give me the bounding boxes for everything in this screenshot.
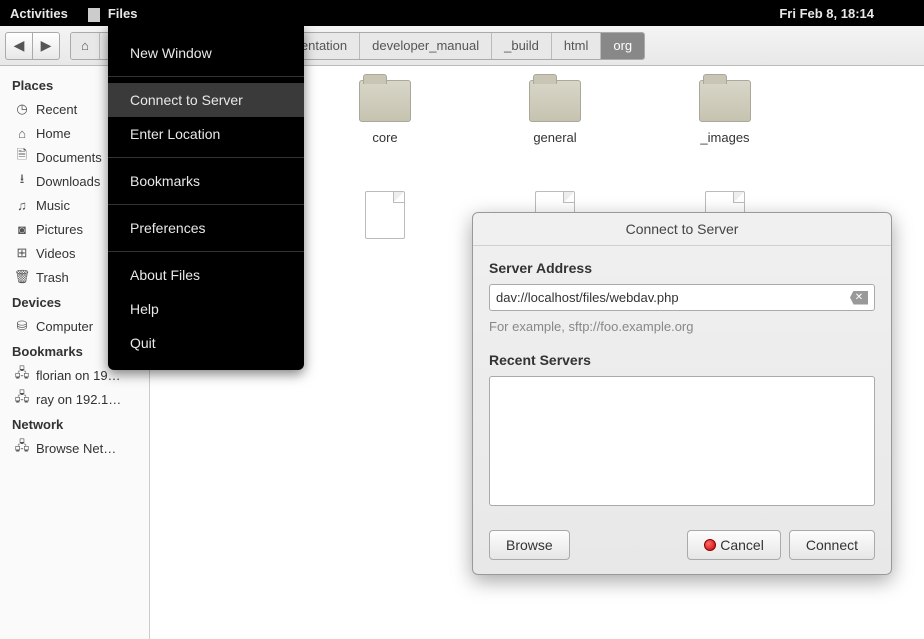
folder-item[interactable]: general bbox=[510, 80, 600, 145]
connect-button[interactable]: Connect bbox=[789, 530, 875, 560]
home-icon: ⌂ bbox=[14, 125, 30, 141]
browse-button[interactable]: Browse bbox=[489, 530, 570, 560]
video-icon: ⊞ bbox=[14, 245, 30, 261]
server-address-label: Server Address bbox=[489, 260, 875, 276]
crumb[interactable]: developer_manual bbox=[360, 33, 492, 59]
camera-icon: ◙ bbox=[14, 221, 30, 237]
folder-item[interactable]: _images bbox=[680, 80, 770, 145]
menu-separator bbox=[108, 251, 304, 252]
menu-about[interactable]: About Files bbox=[108, 258, 304, 292]
back-button[interactable]: ◀ bbox=[5, 32, 33, 60]
crumb[interactable]: html bbox=[552, 33, 602, 59]
network-icon: 🖧 bbox=[14, 440, 30, 456]
forward-button[interactable]: ▶ bbox=[32, 32, 60, 60]
cancel-button[interactable]: Cancel bbox=[687, 530, 781, 560]
folder-icon bbox=[699, 80, 751, 122]
clock[interactable]: Fri Feb 8, 18:14 bbox=[779, 6, 874, 21]
activities-button[interactable]: Activities bbox=[10, 6, 68, 21]
dialog-title: Connect to Server bbox=[473, 213, 891, 246]
menu-quit[interactable]: Quit bbox=[108, 326, 304, 360]
menu-separator bbox=[108, 204, 304, 205]
recent-servers-list[interactable] bbox=[489, 376, 875, 506]
crumb[interactable]: _build bbox=[492, 33, 552, 59]
sidebar-item-bookmark[interactable]: 🖧ray on 192.1… bbox=[0, 387, 149, 411]
server-address-input[interactable] bbox=[496, 290, 850, 305]
file-icon bbox=[365, 191, 405, 239]
network-heading: Network bbox=[0, 411, 149, 436]
connect-to-server-dialog: Connect to Server Server Address ✕ For e… bbox=[472, 212, 892, 575]
menu-new-window[interactable]: New Window bbox=[108, 36, 304, 70]
download-icon: ⭳ bbox=[14, 173, 30, 189]
drive-icon: ⛁ bbox=[14, 318, 30, 334]
document-icon: 🗎 bbox=[14, 149, 30, 165]
app-menu: New Window Connect to Server Enter Locat… bbox=[108, 26, 304, 370]
folder-item[interactable]: core bbox=[340, 80, 430, 145]
menu-enter-location[interactable]: Enter Location bbox=[108, 117, 304, 151]
remote-icon: 🖧 bbox=[14, 391, 30, 407]
remote-icon: 🖧 bbox=[14, 367, 30, 383]
clock-icon: ◷ bbox=[14, 101, 30, 117]
stop-icon bbox=[704, 539, 716, 551]
home-crumb[interactable]: ⌂ bbox=[71, 33, 100, 59]
menu-separator bbox=[108, 157, 304, 158]
crumb-current[interactable]: org bbox=[601, 33, 644, 59]
file-item[interactable] bbox=[340, 191, 430, 260]
home-icon: ⌂ bbox=[81, 38, 89, 53]
server-address-field[interactable]: ✕ bbox=[489, 284, 875, 311]
recent-servers-label: Recent Servers bbox=[489, 352, 875, 368]
trash-icon: 🗑 bbox=[14, 269, 30, 285]
sidebar-item-browse-network[interactable]: 🖧Browse Net… bbox=[0, 436, 149, 460]
address-hint: For example, sftp://foo.example.org bbox=[489, 319, 875, 334]
folder-icon bbox=[359, 80, 411, 122]
menu-separator bbox=[108, 76, 304, 77]
folder-icon bbox=[529, 80, 581, 122]
menu-connect-to-server[interactable]: Connect to Server bbox=[108, 83, 304, 117]
menu-bookmarks[interactable]: Bookmarks bbox=[108, 164, 304, 198]
menu-help[interactable]: Help bbox=[108, 292, 304, 326]
clear-icon[interactable]: ✕ bbox=[850, 291, 868, 305]
music-icon: ♫ bbox=[14, 197, 30, 213]
menu-preferences[interactable]: Preferences bbox=[108, 211, 304, 245]
